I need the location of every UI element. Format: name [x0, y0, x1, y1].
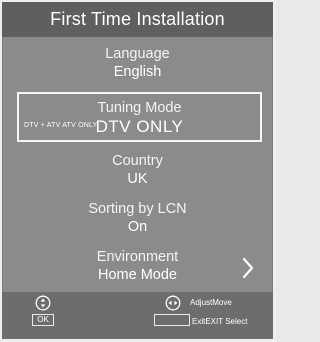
- menu-item-label: Country: [112, 153, 163, 169]
- menu-item-label: Tuning Mode: [97, 100, 182, 116]
- exit-key-icon: [154, 314, 190, 326]
- installation-panel: First Time Installation Language English…: [2, 2, 273, 339]
- menu-item-value: On: [127, 219, 148, 235]
- adjust-move-hint: AdjustMove: [190, 298, 232, 307]
- menu-item-environment[interactable]: Environment Home Mode: [2, 248, 273, 284]
- menu-item-language[interactable]: Language English: [2, 45, 273, 81]
- menu-item-label: Environment: [96, 249, 179, 265]
- menu-item-tuning-mode[interactable]: Tuning Mode DTV ONLY DTV + ATV ATV ONLY: [17, 92, 262, 142]
- menu-item-country[interactable]: Country UK: [2, 152, 273, 188]
- exit-select-hint: ExitEXIT Select: [192, 317, 248, 326]
- tuning-mode-options: DTV + ATV ATV ONLY: [24, 122, 98, 129]
- updown-nav-icon: [35, 295, 51, 311]
- leftright-nav-icon: [165, 295, 181, 311]
- menu-item-label: Sorting by LCN: [88, 201, 187, 217]
- menu-item-value: Home Mode: [98, 267, 177, 283]
- menu-item-sorting-by-lcn[interactable]: Sorting by LCN On: [2, 200, 273, 236]
- key-hint-footer: OK AdjustMove ExitEXIT Select: [2, 292, 273, 339]
- menu-item-value: UK: [127, 171, 148, 187]
- menu-item-value: English: [113, 64, 162, 80]
- tv-screen: First Time Installation Language English…: [0, 0, 276, 342]
- ok-key-icon: OK: [32, 314, 54, 326]
- chevron-right-icon[interactable]: [241, 256, 255, 280]
- page-title: First Time Installation: [2, 2, 273, 37]
- menu-item-label: Language: [105, 46, 170, 62]
